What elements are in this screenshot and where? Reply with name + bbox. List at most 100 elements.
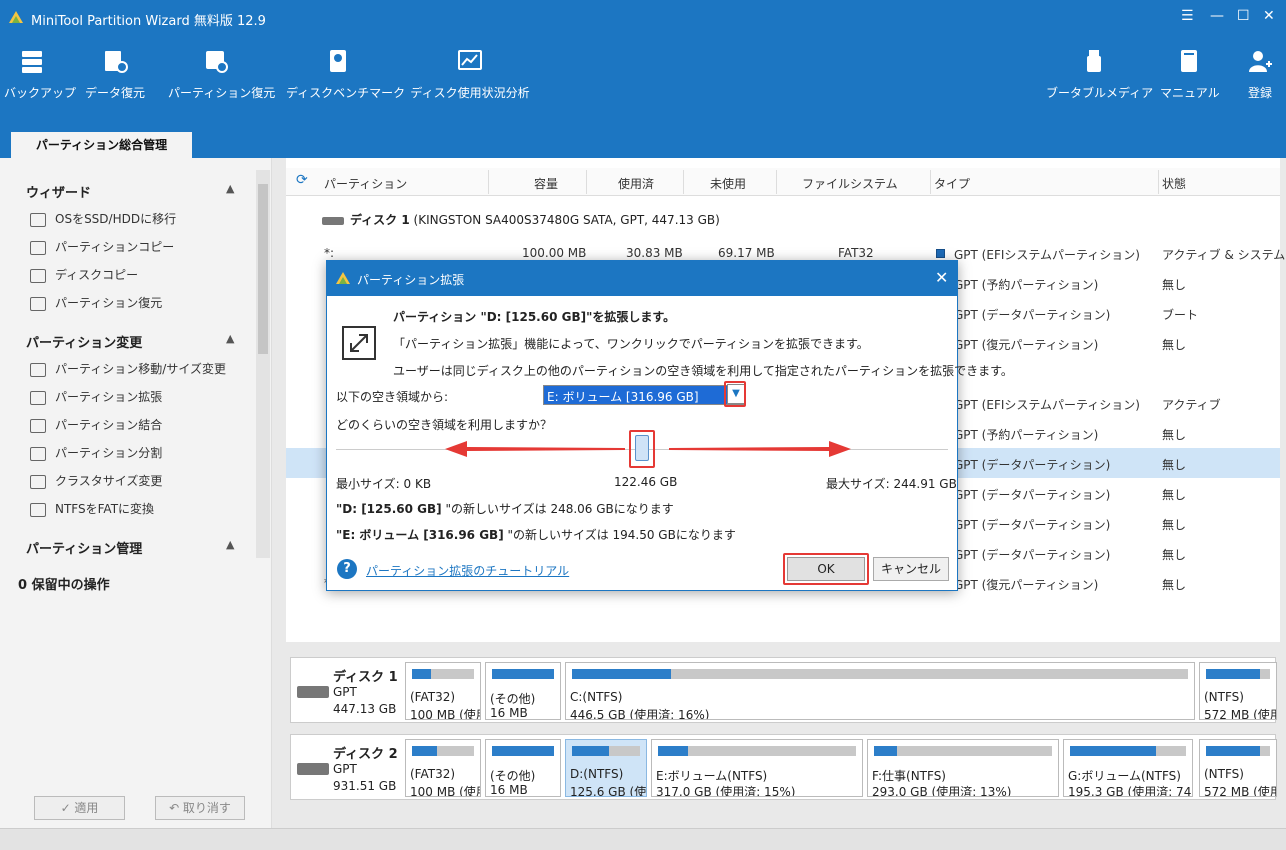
- col-partition[interactable]: パーティション: [324, 175, 407, 192]
- disk-size: 931.51 GB: [333, 779, 397, 793]
- migrate-icon: [30, 212, 46, 227]
- col-status[interactable]: 状態: [1162, 175, 1186, 192]
- col-used[interactable]: 使用済: [618, 175, 654, 192]
- col-type[interactable]: タイプ: [934, 175, 970, 192]
- min-size-label: 最小サイズ: 0 KB: [336, 477, 432, 491]
- partition-block[interactable]: (その他) 16 MB: [485, 739, 561, 797]
- usage-fill: [572, 669, 671, 679]
- usage-bar: [572, 746, 640, 756]
- partition-size: 293.0 GB (使用済: 13%): [872, 785, 1012, 797]
- collapse-icon[interactable]: ▲: [226, 538, 234, 551]
- partition-recovery-button[interactable]: パーティション復元: [168, 48, 275, 118]
- row-status: 無し: [1162, 548, 1187, 562]
- minimize-button[interactable]: —: [1210, 8, 1224, 24]
- dialog-close-button[interactable]: ✕: [935, 268, 948, 287]
- disk-icon: [297, 763, 329, 775]
- undo-button[interactable]: ↶ 取り消す: [155, 796, 245, 820]
- row-type: GPT (データパーティション): [954, 548, 1111, 562]
- maximize-button[interactable]: ☐: [1237, 8, 1250, 24]
- status-bar: [0, 828, 1286, 850]
- dialog-desc2: ユーザーは同じディスク上の他のパーティションの空き領域を利用して指定されたパーテ…: [393, 364, 1013, 378]
- partition-block[interactable]: (NTFS) 572 MB (使用: [1199, 739, 1277, 797]
- partition-block[interactable]: (その他) 16 MB: [485, 662, 561, 720]
- register-button[interactable]: 登録: [1240, 48, 1280, 118]
- disk-benchmark-button[interactable]: ディスクベンチマーク: [286, 48, 405, 118]
- sidebar-scrollbar[interactable]: [256, 170, 270, 558]
- partition-block[interactable]: C:(NTFS) 446.5 GB (使用済: 16%): [565, 662, 1195, 720]
- backup-button[interactable]: バックアップ: [4, 48, 76, 118]
- sidebar-item-partition-recovery[interactable]: パーティション復元: [30, 294, 162, 314]
- sidebar-item-ntfs-to-fat[interactable]: NTFSをFATに変換: [30, 500, 154, 520]
- disk-name: ディスク 2: [333, 747, 398, 762]
- col-filesystem[interactable]: ファイルシステム: [802, 175, 898, 192]
- disk1-row[interactable]: ディスク 1 (KINGSTON SA400S37480G SATA, GPT,…: [322, 211, 720, 228]
- sidebar-item-copy-disk[interactable]: ディスクコピー: [30, 266, 138, 286]
- tutorial-link[interactable]: パーティション拡張のチュートリアル: [366, 562, 569, 579]
- mid-size-label: 122.46 GB: [614, 475, 678, 489]
- col-unused[interactable]: 未使用: [710, 175, 746, 192]
- bootable-media-button[interactable]: ブータブルメディア: [1046, 48, 1153, 118]
- partition-size: 125.6 GB (使用: [570, 785, 647, 797]
- partition-label: (その他): [490, 769, 536, 783]
- partition-block[interactable]: (FAT32) 100 MB (使用: [405, 662, 481, 720]
- extend-icon: [30, 390, 46, 405]
- collapse-icon[interactable]: ▲: [226, 182, 234, 195]
- space-analyzer-icon: [458, 50, 482, 70]
- space-analyzer-button[interactable]: ディスク使用状況分析: [410, 48, 530, 118]
- tab-partition-management[interactable]: パーティション総合管理: [11, 132, 192, 158]
- sidebar-item-move-resize[interactable]: パーティション移動/サイズ変更: [30, 360, 226, 380]
- sidebar-section-partition-management[interactable]: パーティション管理 ▲: [26, 538, 234, 557]
- usage-fill: [572, 746, 609, 756]
- sidebar-section-wizard[interactable]: ウィザード ▲: [26, 182, 234, 201]
- disk-map-row[interactable]: ディスク 2 GPT 931.51 GB (FAT32) 100 MB (使用 (その他)…: [290, 734, 1277, 800]
- col-capacity[interactable]: 容量: [534, 175, 558, 192]
- row-status: ブート: [1162, 308, 1199, 322]
- partition-size: 572 MB (使用: [1204, 785, 1277, 797]
- usage-bar: [874, 746, 1052, 756]
- close-window-button[interactable]: ✕: [1263, 8, 1275, 24]
- partition-block[interactable]: G:ボリューム(NTFS) 195.3 GB (使用済: 74%: [1063, 739, 1193, 797]
- apply-button[interactable]: ✓ 適用: [34, 796, 125, 820]
- free-space-select[interactable]: E: ボリューム [316.96 GB]: [543, 385, 745, 405]
- sliders-icon: [30, 362, 46, 377]
- partition-block[interactable]: F:仕事(NTFS) 293.0 GB (使用済: 13%): [867, 739, 1059, 797]
- disk-map-row[interactable]: ディスク 1 GPT 447.13 GB (FAT32) 100 MB (使用 (その他)…: [290, 657, 1277, 723]
- dialog-title-bar: パーティション拡張 ✕: [327, 261, 957, 296]
- partition-block[interactable]: D:(NTFS) 125.6 GB (使用: [565, 739, 647, 797]
- row-status: 無し: [1162, 578, 1187, 592]
- sidebar-item-copy-partition[interactable]: パーティションコピー: [30, 238, 174, 258]
- partition-block[interactable]: E:ボリューム(NTFS) 317.0 GB (使用済: 15%): [651, 739, 863, 797]
- help-icon[interactable]: ?: [337, 559, 357, 579]
- row-used: 30.83 MB: [626, 246, 683, 260]
- disk-size: 447.13 GB: [333, 702, 397, 716]
- sidebar-item-cluster-size[interactable]: クラスタサイズ変更: [30, 472, 162, 492]
- collapse-icon[interactable]: ▲: [226, 332, 234, 345]
- manual-button[interactable]: マニュアル: [1160, 48, 1220, 118]
- scrollbar-thumb[interactable]: [258, 184, 268, 354]
- partition-block[interactable]: (FAT32) 100 MB (使用: [405, 739, 481, 797]
- sidebar-item-migrate-os[interactable]: OSをSSD/HDDに移行: [30, 210, 176, 230]
- disk-style: GPT: [333, 685, 357, 699]
- disk-label[interactable]: ディスク 2 GPT 931.51 GB: [291, 735, 399, 799]
- menu-icon[interactable]: ☰: [1181, 8, 1194, 24]
- cancel-button[interactable]: キャンセル: [873, 557, 949, 581]
- sidebar-item-merge[interactable]: パーティション結合: [30, 416, 162, 436]
- sidebar-item-split[interactable]: パーティション分割: [30, 444, 162, 464]
- sidebar-item-extend[interactable]: パーティション拡張: [30, 388, 162, 408]
- partition-label: (FAT32): [410, 767, 456, 781]
- app-logo-icon: [9, 11, 23, 23]
- disk-label[interactable]: ディスク 1 GPT 447.13 GB: [291, 658, 399, 722]
- row-status: アクティブ: [1162, 398, 1221, 412]
- refresh-icon[interactable]: ⟳: [296, 172, 308, 188]
- row-status: アクティブ & システム: [1162, 248, 1286, 262]
- data-recovery-button[interactable]: データ復元: [84, 48, 146, 118]
- disk-benchmark-icon: [330, 50, 346, 72]
- tab-row: パーティション総合管理: [0, 126, 1286, 158]
- sidebar-section-change-partition[interactable]: パーティション変更 ▲: [26, 332, 234, 351]
- partition-block[interactable]: (NTFS) 572 MB (使用: [1199, 662, 1277, 720]
- how-much-label: どのくらいの空き領域を利用しますか？: [336, 418, 553, 432]
- col-divider: [683, 170, 684, 194]
- row-status: 無し: [1162, 278, 1187, 292]
- highlight-box: [783, 553, 869, 585]
- highlight-box: [724, 381, 746, 407]
